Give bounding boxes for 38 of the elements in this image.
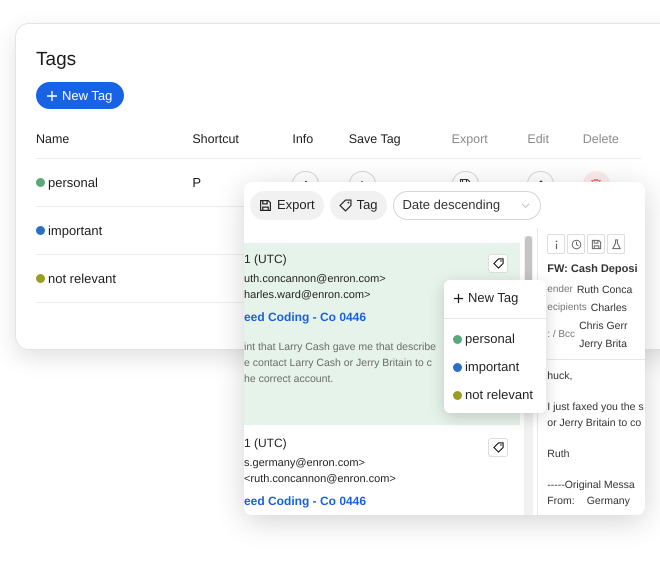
body-text: I just faxed you the s	[547, 400, 644, 414]
email-snippet: he correct account.	[244, 372, 334, 387]
column-header: Export	[452, 130, 488, 148]
field-label: ecipients	[547, 300, 587, 314]
field-value: Germany	[586, 494, 630, 506]
email-address: harles.ward@enron.com>	[244, 288, 370, 303]
email-subject: eed Coding - Co 0446	[244, 309, 366, 325]
email-snippet: e contact Larry Cash or Jerry Britain to c	[244, 356, 432, 371]
body-text: Ruth	[547, 446, 570, 462]
field-label: ender	[547, 282, 573, 296]
email-subject: eed Coding - Co 0446	[244, 493, 366, 510]
tag-name: not relevant	[48, 270, 116, 286]
page-title: Tags	[36, 48, 76, 72]
email-address: <ruth.concannon@enron.com>	[244, 472, 396, 488]
email-subject: FW: Cash Deposi	[547, 262, 638, 276]
tag-name: personal	[48, 174, 98, 190]
email-date: 1 (UTC)	[244, 435, 287, 452]
column-header: Save Tag	[348, 130, 401, 148]
field-value: Charles	[590, 300, 627, 316]
tag-name: important	[48, 222, 102, 238]
column-header: Info	[292, 130, 314, 148]
email-date: 1 (UTC)	[244, 251, 287, 267]
body-text: huck,	[547, 368, 572, 384]
field-value: Ruth Conca	[576, 282, 632, 298]
email-address: uth.concannon@enron.com>	[244, 272, 386, 287]
field-label: : / Bcc	[547, 328, 576, 342]
field-value: Chris Gerr	[579, 318, 628, 334]
column-header: Edit	[527, 130, 549, 148]
field-value: Jerry Brita	[579, 336, 627, 352]
body-text: -----Original Messa	[547, 478, 635, 492]
body-text: or Jerry Britain to co	[547, 416, 642, 430]
column-header: Delete	[582, 130, 619, 148]
field-label: From:	[547, 494, 575, 506]
column-header: Name	[36, 130, 70, 148]
column-header: Shortcut	[192, 130, 239, 148]
email-snippet: int that Larry Cash gave me that describe	[244, 340, 436, 355]
email-address: s.germany@enron.com>	[244, 456, 365, 472]
shortcut-key: P	[192, 174, 202, 190]
